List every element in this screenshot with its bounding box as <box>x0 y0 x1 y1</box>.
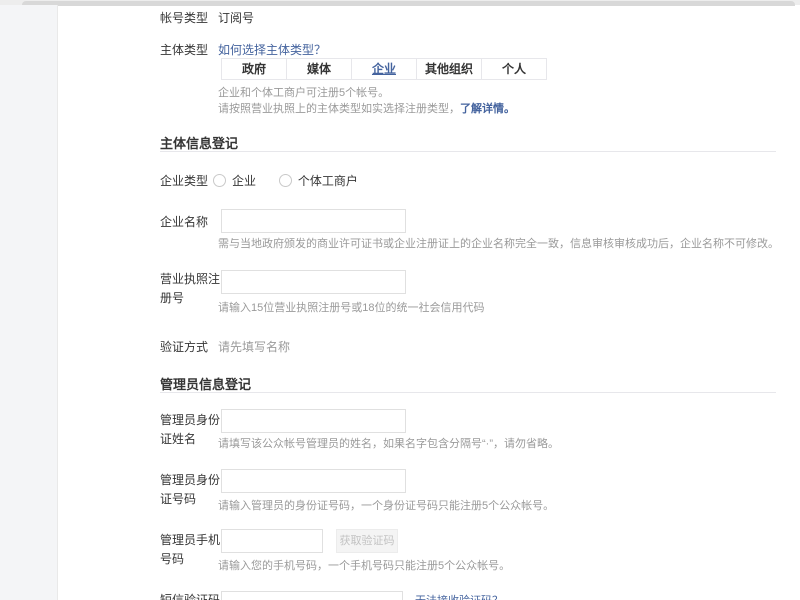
license-number-hint: 请输入15位营业执照注册号或18位的统一社会信用代码 <box>218 299 484 315</box>
subject-type-label: 主体类型 <box>160 41 222 60</box>
enterprise-name-label: 企业名称 <box>160 213 222 232</box>
verification-value: 请先填写名称 <box>218 338 290 355</box>
enterprise-name-input[interactable] <box>221 209 406 233</box>
admin-name-hint: 请填写该公众帐号管理员的姓名，如果名字包含分隔号“·”，请勿省略。 <box>218 435 559 451</box>
subject-type-note1: 企业和个体工商户可注册5个帐号。 <box>218 84 389 100</box>
tab-enterprise[interactable]: 企业 <box>351 59 416 79</box>
sms-code-label: 短信验证码 <box>160 591 222 600</box>
admin-section-divider <box>160 392 776 393</box>
admin-phone-input[interactable] <box>221 529 323 553</box>
radio-enterprise-label[interactable]: 企业 <box>232 174 256 188</box>
license-number-input[interactable] <box>221 270 406 294</box>
account-type-label: 帐号类型 <box>160 9 222 28</box>
admin-phone-label: 管理员手机号码 <box>160 531 222 569</box>
tab-media[interactable]: 媒体 <box>286 59 351 79</box>
sms-code-input[interactable] <box>221 591 403 600</box>
admin-name-input[interactable] <box>221 409 406 433</box>
admin-id-label: 管理员身份证号码 <box>160 471 222 509</box>
verification-label: 验证方式 <box>160 338 222 357</box>
admin-section-title: 管理员信息登记 <box>160 374 251 393</box>
account-type-value: 订阅号 <box>218 9 254 26</box>
subject-section-title: 主体信息登记 <box>160 133 238 152</box>
license-number-label: 营业执照注册号 <box>160 270 222 308</box>
subject-type-note2-text: 请按照营业执照上的主体类型如实选择注册类型， <box>218 103 460 115</box>
address-bar-edge[interactable] <box>22 1 795 6</box>
admin-id-input[interactable] <box>221 469 406 493</box>
registration-page: 帐号类型 订阅号 主体类型 如何选择主体类型？ 政府 媒体 企业 其他组织 个人… <box>0 0 800 600</box>
subject-type-tabs: 政府 媒体 企业 其他组织 个人 <box>221 58 547 80</box>
tab-government[interactable]: 政府 <box>222 59 286 79</box>
learn-more-link[interactable]: 了解详情。 <box>460 103 515 115</box>
radio-individual-business[interactable] <box>279 174 292 187</box>
browser-top-strip <box>0 0 800 5</box>
radio-enterprise[interactable] <box>213 174 226 187</box>
admin-id-hint: 请输入管理员的身份证号码，一个身份证号码只能注册5个公众帐号。 <box>218 497 554 513</box>
subject-section-divider <box>160 151 776 152</box>
get-verification-code-button[interactable]: 获取验证码 <box>336 529 398 553</box>
subject-type-help-link[interactable]: 如何选择主体类型？ <box>218 41 326 58</box>
enterprise-type-options: 企业 个体工商户 <box>213 172 358 190</box>
admin-name-label: 管理员身份证姓名 <box>160 411 222 449</box>
radio-individual-business-label[interactable]: 个体工商户 <box>298 174 358 188</box>
enterprise-name-hint: 需与当地政府颁发的商业许可证书或企业注册证上的企业名称完全一致，信息审核审核成功… <box>218 235 779 251</box>
tab-other-org[interactable]: 其他组织 <box>416 59 481 79</box>
admin-phone-hint: 请输入您的手机号码，一个手机号码只能注册5个公众帐号。 <box>218 557 510 573</box>
subject-type-note2: 请按照营业执照上的主体类型如实选择注册类型，了解详情。 <box>218 100 515 116</box>
left-sidebar <box>0 5 58 600</box>
tab-personal[interactable]: 个人 <box>481 59 546 79</box>
cannot-receive-code-link[interactable]: 无法接收验证码？ <box>415 592 503 600</box>
